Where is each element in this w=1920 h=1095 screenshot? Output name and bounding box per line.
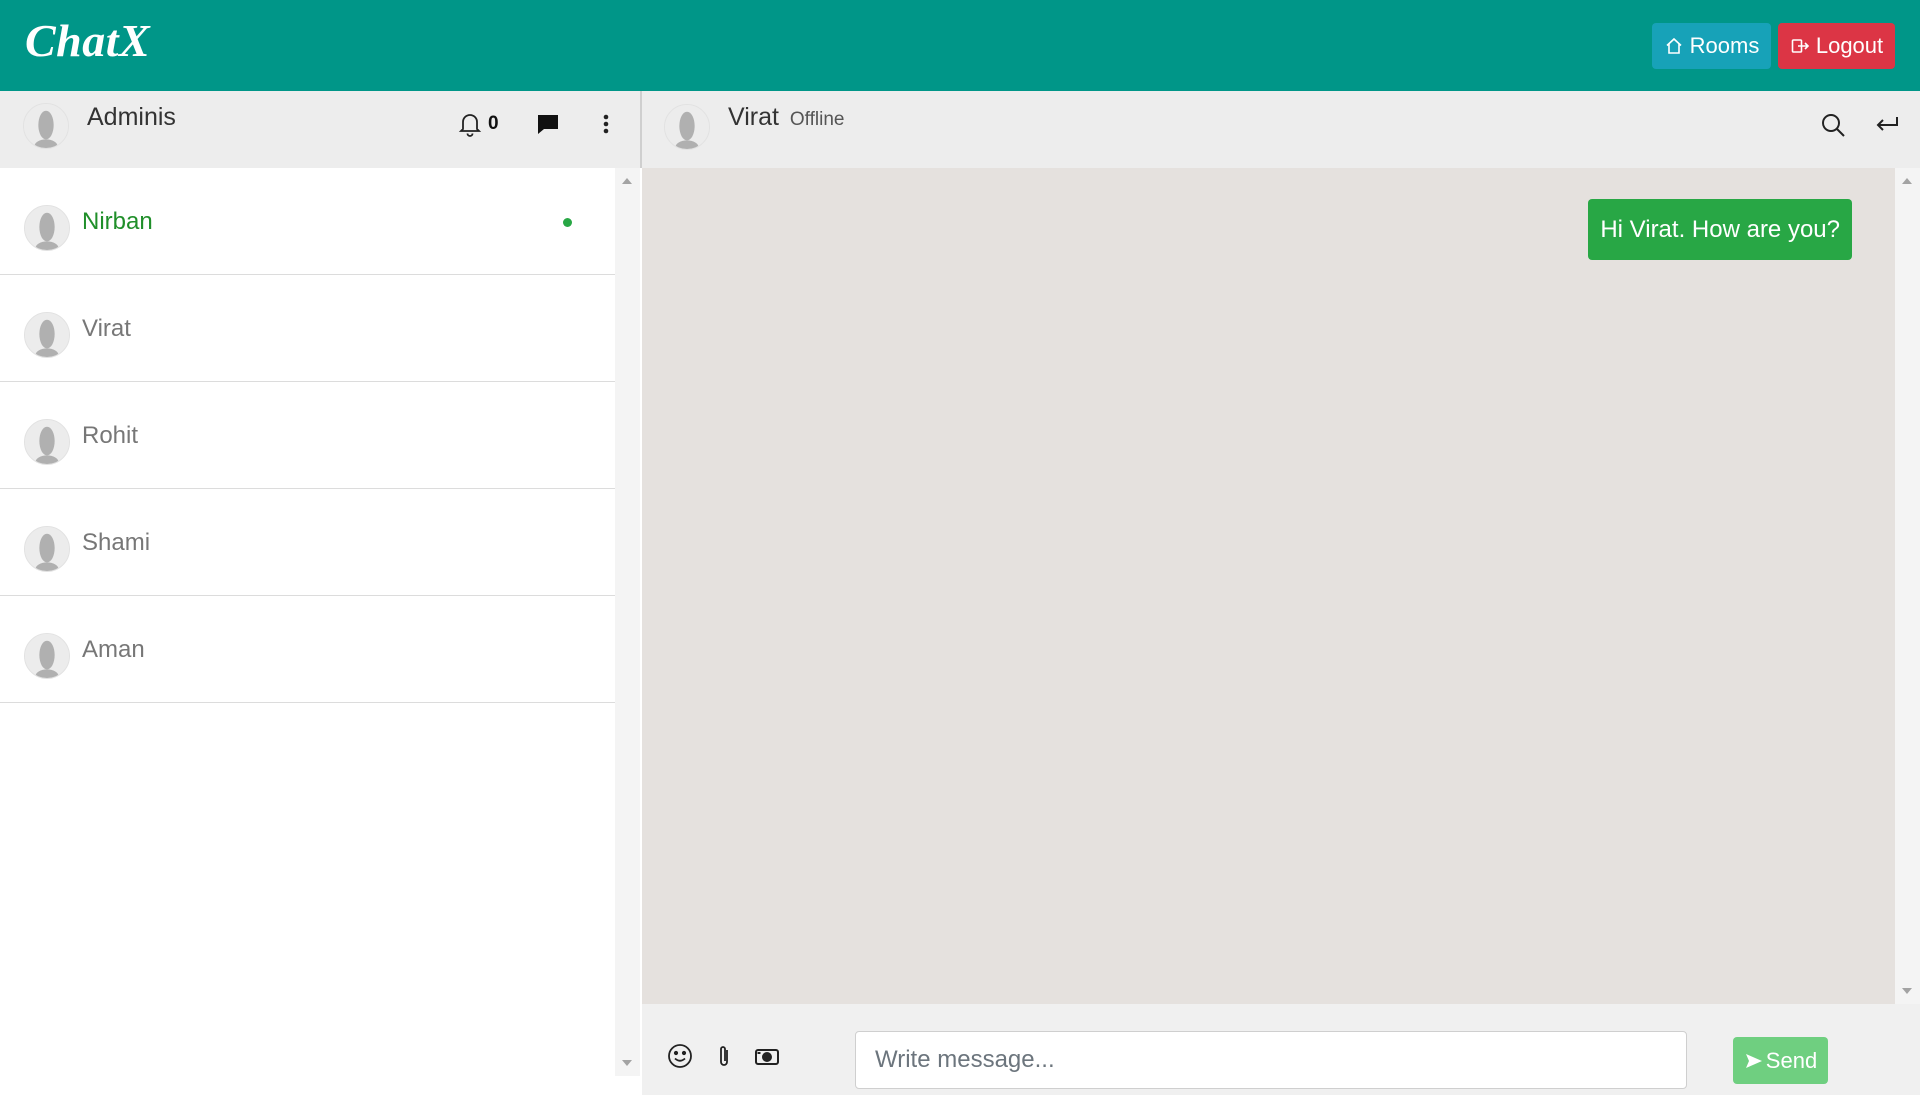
chat-contact-name: Virat Offline: [728, 103, 844, 132]
search-icon[interactable]: [1817, 109, 1849, 141]
send-arrow-icon: [1745, 1053, 1762, 1068]
outgoing-message: Hi Virat. How are you?: [1588, 199, 1852, 260]
message-input[interactable]: [855, 1031, 1687, 1089]
avatar-silhouette-icon: [665, 105, 709, 149]
chat-contact-avatar[interactable]: [664, 104, 710, 150]
bell-icon[interactable]: [455, 109, 485, 139]
contact-avatar: [24, 419, 70, 465]
camera-icon[interactable]: [752, 1041, 782, 1071]
scroll-up-arrow-icon[interactable]: [1902, 178, 1912, 184]
avatar-silhouette-icon: [24, 104, 68, 148]
home-icon: [1666, 37, 1682, 54]
current-user-name: Adminis: [87, 103, 176, 131]
rooms-button-label: Rooms: [1689, 33, 1760, 58]
messages-scrollbar[interactable]: [1895, 168, 1920, 1004]
contact-item-aman[interactable]: Aman: [0, 596, 615, 703]
contact-avatar: [24, 633, 70, 679]
avatar-silhouette-icon: [25, 420, 69, 464]
contact-item-virat[interactable]: Virat: [0, 275, 615, 382]
chat-contact-status: Offline: [789, 109, 845, 130]
avatar-silhouette-icon: [25, 527, 69, 571]
logout-button-label: Logout: [1815, 33, 1884, 58]
logout-icon: [1791, 39, 1809, 53]
chat-header: Virat Offline: [642, 91, 1920, 168]
scroll-up-arrow-icon[interactable]: [622, 178, 632, 184]
rooms-button[interactable]: Rooms: [1652, 23, 1771, 69]
contact-name: Rohit: [82, 422, 139, 449]
chat-contact-name-text: Virat: [728, 103, 779, 131]
contact-avatar: [24, 526, 70, 572]
contact-name: Virat: [82, 315, 131, 342]
contact-name: Nirban: [82, 208, 153, 235]
scroll-down-arrow-icon[interactable]: [1902, 988, 1912, 994]
contact-avatar: [24, 312, 70, 358]
contact-item-rohit[interactable]: Rohit: [0, 382, 615, 489]
sidebar-scrollbar[interactable]: [615, 168, 640, 1076]
message-composer: Send: [642, 1004, 1920, 1095]
logout-button[interactable]: Logout: [1778, 23, 1895, 69]
emoji-icon[interactable]: [665, 1041, 695, 1071]
back-arrow-icon[interactable]: [1871, 109, 1903, 141]
attach-icon[interactable]: [709, 1041, 739, 1071]
contact-item-nirban[interactable]: Nirban: [0, 168, 615, 275]
chat-icon[interactable]: [533, 109, 563, 139]
contact-name: Shami: [82, 529, 151, 556]
sidebar-header: Adminis 0: [0, 91, 640, 168]
brand-logo[interactable]: ChatX: [25, 14, 150, 67]
notification-count: 0: [488, 113, 499, 134]
top-navbar: ChatX Rooms Logout: [0, 0, 1920, 91]
kebab-menu-icon[interactable]: [591, 109, 621, 139]
message-area: Hi Virat. How are you?: [642, 168, 1895, 1004]
contact-list: Nirban Virat Rohit Shami Aman: [0, 168, 615, 1076]
online-indicator: [563, 218, 572, 227]
user-avatar[interactable]: [23, 103, 69, 149]
avatar-silhouette-icon: [25, 313, 69, 357]
avatar-silhouette-icon: [25, 206, 69, 250]
contact-avatar: [24, 205, 70, 251]
send-button-label: Send: [1765, 1047, 1818, 1073]
contact-item-shami[interactable]: Shami: [0, 489, 615, 596]
avatar-silhouette-icon: [25, 634, 69, 678]
send-button[interactable]: Send: [1733, 1037, 1828, 1084]
contact-name: Aman: [82, 636, 145, 663]
scroll-down-arrow-icon[interactable]: [622, 1060, 632, 1066]
sidebar: Adminis 0 Nirban Virat Rohit Shami Aman: [0, 91, 640, 1095]
